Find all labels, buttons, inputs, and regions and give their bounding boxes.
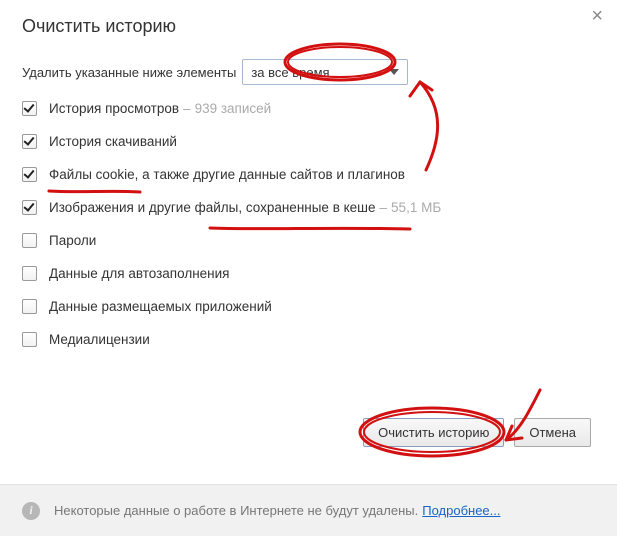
option-cache: Изображения и другие файлы, сохраненные … — [22, 200, 617, 215]
options-list: История просмотров – 939 записей История… — [0, 85, 617, 347]
chevron-down-icon — [389, 69, 399, 75]
separator: – — [380, 200, 388, 215]
clear-history-dialog: × Очистить историю Удалить указанные ниж… — [0, 0, 617, 536]
time-range-row: Удалить указанные ниже элементы за все в… — [0, 37, 617, 85]
option-sublabel: 55,1 МБ — [391, 200, 441, 215]
separator: – — [183, 101, 191, 116]
option-label: Данные для автозаполнения — [49, 266, 229, 281]
option-downloads: История скачиваний — [22, 134, 617, 149]
option-label: Данные размещаемых приложений — [49, 299, 272, 314]
checkbox-cookies[interactable] — [22, 167, 37, 182]
option-label: История просмотров — [49, 101, 179, 116]
option-label: Пароли — [49, 233, 96, 248]
learn-more-link[interactable]: Подробнее... — [422, 503, 500, 518]
option-label: Файлы cookie, а также другие данные сайт… — [49, 167, 405, 182]
checkbox-passwords[interactable] — [22, 233, 37, 248]
option-autofill: Данные для автозаполнения — [22, 266, 617, 281]
cancel-button[interactable]: Отмена — [514, 418, 591, 447]
button-row: Очистить историю Отмена — [363, 418, 591, 447]
option-browsing: История просмотров – 939 записей — [22, 101, 617, 116]
dialog-title: Очистить историю — [0, 0, 617, 37]
checkbox-hosted[interactable] — [22, 299, 37, 314]
footer-text: Некоторые данные о работе в Интернете не… — [54, 503, 418, 518]
checkbox-cache[interactable] — [22, 200, 37, 215]
time-range-select[interactable]: за все время — [242, 59, 408, 85]
time-range-label: Удалить указанные ниже элементы — [22, 65, 236, 80]
info-icon: i — [22, 502, 40, 520]
close-icon[interactable]: × — [591, 6, 603, 26]
option-label: Медиалицензии — [49, 332, 150, 347]
checkbox-downloads[interactable] — [22, 134, 37, 149]
option-hosted: Данные размещаемых приложений — [22, 299, 617, 314]
checkbox-autofill[interactable] — [22, 266, 37, 281]
time-range-value: за все время — [251, 65, 389, 80]
option-passwords: Пароли — [22, 233, 617, 248]
checkbox-media[interactable] — [22, 332, 37, 347]
option-label: Изображения и другие файлы, сохраненные … — [49, 200, 376, 215]
checkbox-browsing[interactable] — [22, 101, 37, 116]
clear-button[interactable]: Очистить историю — [363, 418, 504, 447]
option-cookies: Файлы cookie, а также другие данные сайт… — [22, 167, 617, 182]
footer-bar: i Некоторые данные о работе в Интернете … — [0, 484, 617, 536]
option-label: История скачиваний — [49, 134, 177, 149]
option-media: Медиалицензии — [22, 332, 617, 347]
option-sublabel: 939 записей — [195, 101, 272, 116]
